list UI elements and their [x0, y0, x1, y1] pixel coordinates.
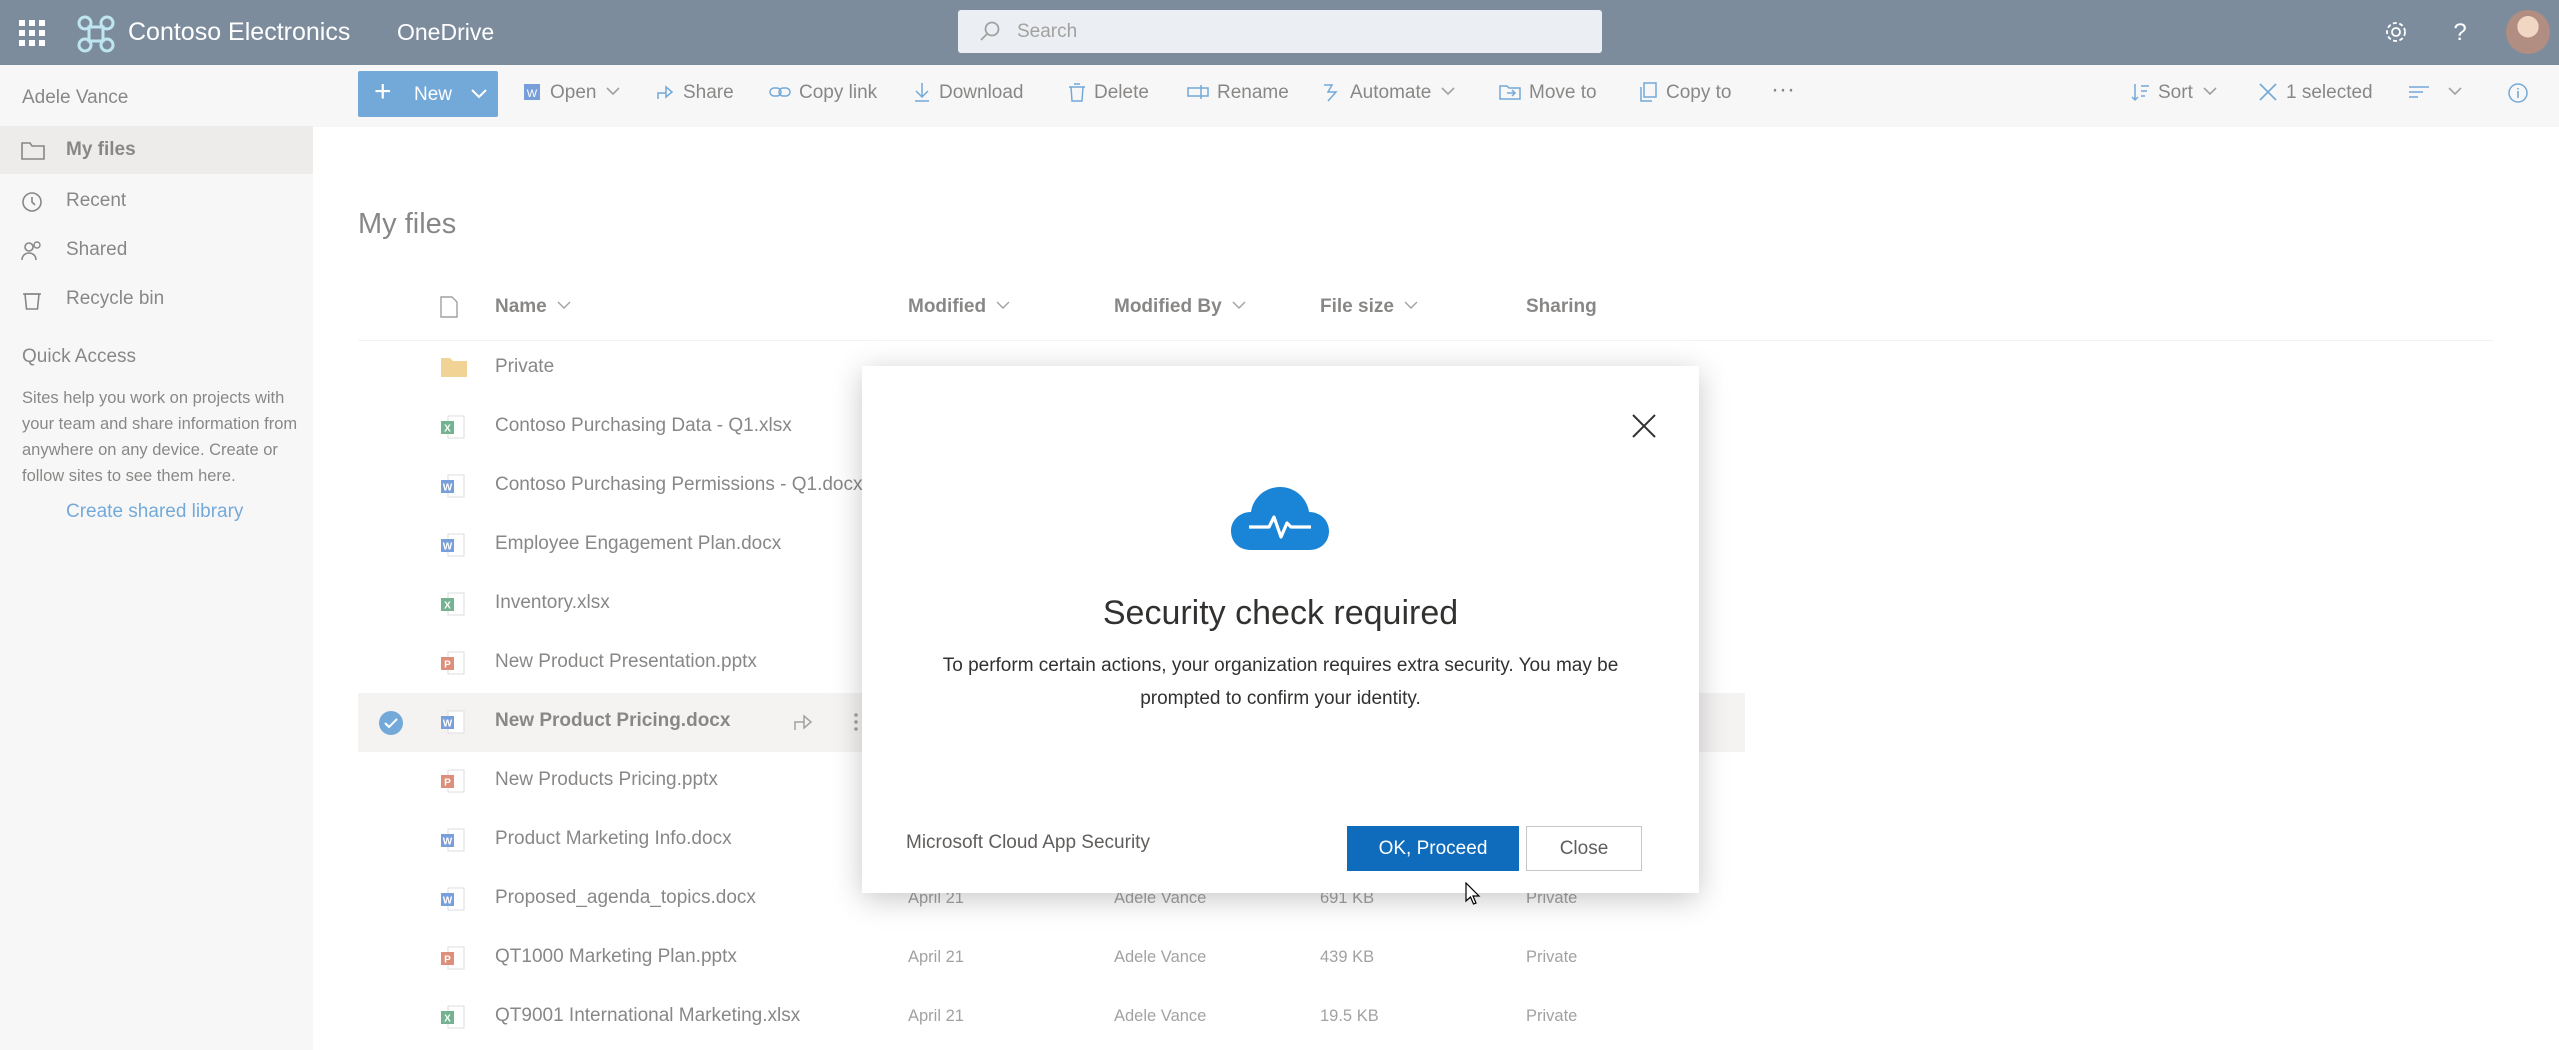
ok-proceed-button[interactable]: OK, Proceed: [1347, 826, 1519, 871]
cloud-pulse-icon: [1231, 487, 1329, 550]
mouse-cursor-icon: [1465, 882, 1481, 905]
close-button[interactable]: Close: [1526, 826, 1642, 871]
dialog-footer-label: Microsoft Cloud App Security: [906, 832, 1150, 853]
dialog-message: To perform certain actions, your organiz…: [942, 655, 1619, 709]
security-check-dialog: Security check required To perform certa…: [862, 366, 1699, 893]
close-icon[interactable]: [1629, 411, 1659, 441]
dialog-title: Security check required: [1102, 594, 1459, 632]
